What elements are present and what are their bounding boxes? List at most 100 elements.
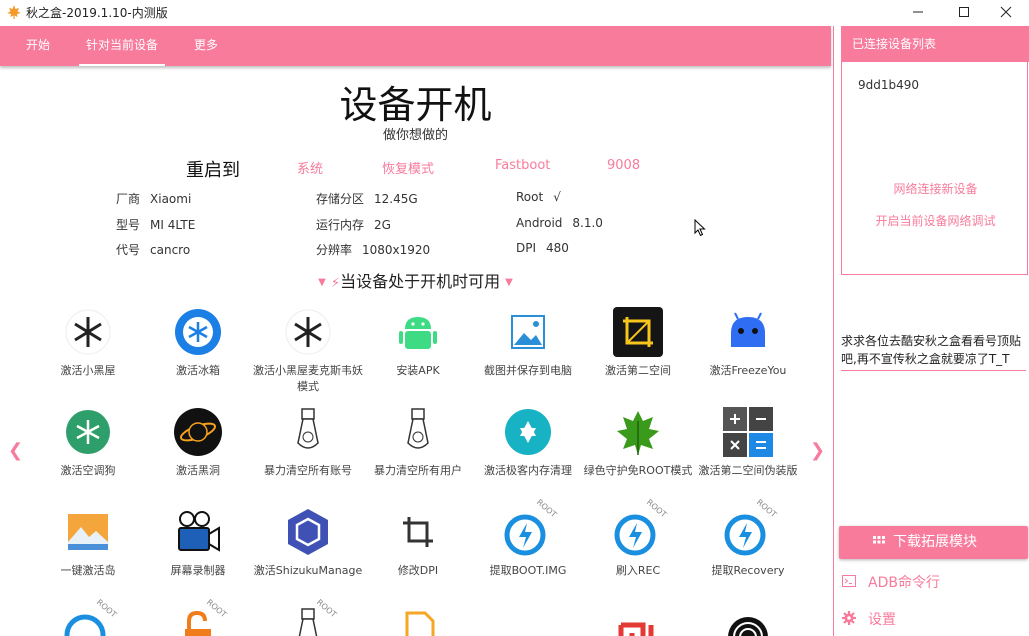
info-ram: 运行内存 2G	[316, 216, 391, 233]
close-button[interactable]	[983, 0, 1029, 24]
info-value: MI 4LTE	[150, 218, 196, 232]
reboot-recovery-button[interactable]: 恢复模式	[382, 158, 434, 177]
func-activate-island[interactable]: 一键激活岛	[33, 507, 143, 579]
func-flash-rec[interactable]: ROOT 刷入REC	[583, 498, 693, 579]
reboot-system-button[interactable]: 系统	[297, 158, 323, 177]
func-label: 屏幕录制器	[170, 564, 226, 577]
func-activate-icebox[interactable]: 激活冰箱	[143, 307, 253, 379]
terminal-icon	[842, 575, 856, 587]
download-modules-label: 下载拓展模块	[893, 534, 977, 550]
reboot-fastboot-button[interactable]: Fastboot	[495, 158, 550, 173]
stop-snowflake-icon	[283, 307, 333, 357]
func-screen-recorder[interactable]: 屏幕录制器	[143, 507, 253, 579]
func-label: 激活第二空间伪装版	[698, 464, 798, 477]
info-key: 厂商	[116, 192, 141, 206]
section-title: ▼ ⚡当设备处于开机时可用 ▼	[0, 268, 831, 292]
adb-console-label: ADB命令行	[868, 575, 940, 591]
func-partial[interactable]: ROOT	[33, 598, 143, 636]
func-modify-dpi[interactable]: 修改DPI	[363, 507, 473, 579]
unlock-icon: ROOT	[173, 598, 228, 636]
tab-more[interactable]: 更多	[194, 26, 218, 66]
func-screenshot[interactable]: 截图并保存到电脑	[473, 307, 583, 379]
info-key: DPI	[516, 241, 537, 255]
android-robot-icon	[393, 307, 443, 357]
mi-logo-icon	[613, 607, 663, 636]
video-camera-icon	[173, 507, 223, 557]
info-key: 运行内存	[316, 218, 365, 232]
mouse-cursor-icon	[694, 219, 706, 237]
info-value: Xiaomi	[150, 192, 192, 206]
caret-down-icon: ▼	[505, 277, 513, 288]
freezeyou-icon	[723, 307, 773, 357]
func-label: 提取BOOT.IMG	[489, 564, 567, 577]
settings-link[interactable]: 设置	[842, 609, 896, 629]
func-wipe-accounts[interactable]: 暴力清空所有账号	[253, 407, 363, 479]
adb-console-link[interactable]: ADB命令行	[842, 572, 940, 592]
tab-start[interactable]: 开始	[26, 26, 50, 66]
func-activate-freezeyou[interactable]: 激活FreezeYou	[693, 307, 803, 379]
func-label: 激活小黑屋	[60, 364, 116, 377]
crop-icon	[613, 307, 663, 357]
maple-leaf-icon	[7, 5, 21, 19]
func-extract-boot[interactable]: ROOT 提取BOOT.IMG	[473, 498, 583, 579]
func-activate-shizuku[interactable]: 激活ShizukuManage	[253, 507, 363, 579]
minimize-icon	[913, 11, 923, 13]
func-partial[interactable]	[363, 607, 473, 636]
info-value: 2G	[374, 218, 391, 232]
func-extract-recovery[interactable]: ROOT 提取Recovery	[693, 498, 803, 579]
func-activate-second-space[interactable]: 激活第二空间	[583, 307, 693, 379]
document-icon	[393, 607, 443, 636]
network-connect-link[interactable]: 网络连接新设备	[842, 180, 1029, 197]
func-label: 刷入REC	[615, 564, 661, 577]
func-label: 绿色守护免ROOT模式	[583, 464, 693, 477]
snowflake-icon	[63, 407, 113, 457]
func-activate-geek-cleaner[interactable]: 激活极客内存清理	[473, 407, 583, 479]
info-dpi: DPI 480	[516, 241, 569, 255]
func-greenify-noroot[interactable]: 绿色守护免ROOT模式	[583, 407, 693, 479]
device-list: 已连接设备列表 9dd1b490 网络连接新设备 开启当前设备网络调试	[841, 26, 1029, 275]
func-activate-aircon-dog[interactable]: 激活空调狗	[33, 407, 143, 479]
func-partial[interactable]	[583, 607, 693, 636]
download-modules-button[interactable]: 下载拓展模块	[839, 526, 1028, 559]
star-of-david-icon	[503, 407, 553, 457]
func-label: 激活黑洞	[176, 464, 220, 477]
device-item[interactable]: 9dd1b490	[858, 78, 919, 92]
func-label: 暴力清空所有账号	[264, 464, 352, 477]
stop-snowflake-icon	[63, 307, 113, 357]
spiral-icon	[723, 607, 773, 636]
info-value: √	[553, 190, 561, 204]
grid-icon	[873, 536, 885, 544]
title-bar: 秋之盒-2019.1.10-内测版	[0, 0, 1029, 24]
nuke-icon	[283, 407, 333, 457]
info-model: 型号 MI 4LTE	[116, 216, 195, 233]
close-icon	[1000, 6, 1012, 18]
func-activate-stop[interactable]: 激活小黑屋	[33, 307, 143, 379]
maximize-button[interactable]	[941, 0, 987, 24]
device-list-header: 已连接设备列表	[842, 26, 1029, 62]
next-page-arrow[interactable]: ❯	[810, 440, 825, 461]
func-activate-black-hole[interactable]: 激活黑洞	[143, 407, 253, 479]
func-activate-stop-maxwell[interactable]: 激活小黑屋麦克斯韦妖模式	[253, 307, 363, 395]
reboot-9008-button[interactable]: 9008	[607, 158, 640, 173]
prev-page-arrow[interactable]: ❮	[8, 440, 23, 461]
leaf-icon	[613, 407, 663, 457]
image-icon	[503, 307, 553, 357]
flash-root-icon: ROOT	[613, 498, 668, 557]
calculator-icon	[723, 407, 773, 457]
network-debug-link[interactable]: 开启当前设备网络调试	[842, 212, 1029, 229]
func-label: 截图并保存到电脑	[484, 364, 572, 377]
info-resolution: 分辨率 1080x1920	[316, 241, 430, 258]
func-label: 激活ShizukuManage	[253, 564, 363, 577]
func-wipe-users[interactable]: 暴力清空所有用户	[363, 407, 473, 479]
black-hole-icon	[173, 407, 223, 457]
info-value: 1080x1920	[362, 243, 431, 257]
func-partial[interactable]: ROOT	[253, 598, 363, 636]
tab-current-device[interactable]: 针对当前设备	[79, 26, 165, 66]
main-content: 设备开机 做你想做的 重启到 系统 恢复模式 Fastboot 9008 厂商 X…	[0, 66, 831, 636]
func-partial[interactable]: ROOT	[143, 598, 253, 636]
func-label: 激活小黑屋麦克斯韦妖模式	[253, 364, 363, 393]
func-second-space-disguise[interactable]: 激活第二空间伪装版	[693, 407, 803, 479]
func-install-apk[interactable]: 安装APK	[363, 307, 473, 379]
minimize-button[interactable]	[895, 0, 941, 24]
func-partial[interactable]	[693, 607, 803, 636]
